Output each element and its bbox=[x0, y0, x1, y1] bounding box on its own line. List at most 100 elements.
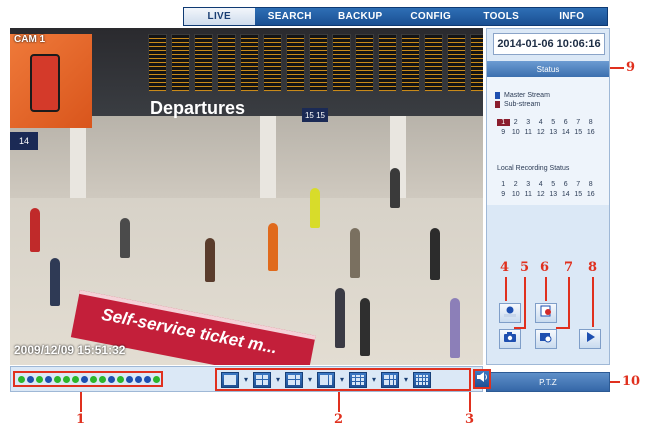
layout-1x1-dropdown[interactable]: ▾ bbox=[242, 375, 250, 384]
bottom-toolbar: ▾ ▾ ▾ ▾ ▾ ▾ bbox=[10, 366, 491, 392]
recording-channel-9[interactable]: 9 bbox=[497, 191, 510, 198]
recording-channel-12[interactable]: 12 bbox=[535, 191, 548, 198]
channel-dot[interactable] bbox=[153, 375, 160, 383]
stream-channel-8[interactable]: 8 bbox=[585, 119, 598, 126]
stream-channel-14[interactable]: 14 bbox=[560, 129, 573, 136]
manual-record-button[interactable] bbox=[535, 303, 557, 323]
callout-8: 8 bbox=[588, 260, 598, 275]
stream-channel-12[interactable]: 12 bbox=[535, 129, 548, 136]
stream-channel-2[interactable]: 2 bbox=[510, 119, 523, 126]
recording-channel-3[interactable]: 3 bbox=[522, 181, 535, 188]
layout-2x2-button[interactable] bbox=[253, 371, 271, 388]
layout-6-dropdown[interactable]: ▾ bbox=[306, 375, 314, 384]
channel-dot[interactable] bbox=[18, 375, 25, 383]
recording-channel-grid: 1 2 3 4 5 6 7 8 9 10 11 12 13 14 15 16 bbox=[497, 181, 597, 198]
recording-channel-7[interactable]: 7 bbox=[572, 181, 585, 188]
play-button[interactable] bbox=[579, 329, 601, 349]
ptz-button[interactable]: P.T.Z bbox=[486, 372, 610, 392]
recording-channel-10[interactable]: 10 bbox=[510, 191, 523, 198]
tab-search[interactable]: SEARCH bbox=[255, 8, 326, 25]
stream-channel-1[interactable]: 1 bbox=[497, 119, 510, 126]
layout-13-dropdown[interactable]: ▾ bbox=[402, 375, 410, 384]
layout-3x3-button[interactable] bbox=[349, 371, 367, 388]
zoom-button[interactable] bbox=[535, 329, 557, 349]
recording-channel-8[interactable]: 8 bbox=[585, 181, 598, 188]
stream-channel-10[interactable]: 10 bbox=[510, 129, 523, 136]
stream-channel-grid: 1 2 3 4 5 6 7 8 9 10 11 12 13 14 15 16 bbox=[497, 119, 597, 136]
recording-channel-11[interactable]: 11 bbox=[522, 191, 535, 198]
layout-6-button[interactable] bbox=[285, 371, 303, 388]
recording-channel-5[interactable]: 5 bbox=[547, 181, 560, 188]
channel-dot[interactable] bbox=[117, 375, 124, 383]
channel-dot[interactable] bbox=[63, 375, 70, 383]
person bbox=[335, 288, 345, 348]
recording-channel-15[interactable]: 15 bbox=[572, 191, 585, 198]
speaker-icon bbox=[476, 370, 488, 388]
stream-channel-15[interactable]: 15 bbox=[572, 129, 585, 136]
tab-tools[interactable]: TOOLS bbox=[466, 8, 537, 25]
layout-4x4-button[interactable] bbox=[413, 371, 431, 388]
person bbox=[310, 188, 320, 228]
channel-dot[interactable] bbox=[90, 375, 97, 383]
tab-info[interactable]: INFO bbox=[537, 8, 608, 25]
callout-5: 5 bbox=[520, 260, 530, 275]
stream-channel-7[interactable]: 7 bbox=[572, 119, 585, 126]
recording-channel-13[interactable]: 13 bbox=[547, 191, 560, 198]
stream-channel-3[interactable]: 3 bbox=[522, 119, 535, 126]
snapshot-button[interactable] bbox=[499, 329, 521, 349]
recording-channel-1[interactable]: 1 bbox=[497, 181, 510, 188]
recording-channel-2[interactable]: 2 bbox=[510, 181, 523, 188]
layout-8-button[interactable] bbox=[317, 371, 335, 388]
stream-channel-13[interactable]: 13 bbox=[547, 129, 560, 136]
channel-dot[interactable] bbox=[81, 375, 88, 383]
audio-button[interactable] bbox=[473, 369, 491, 389]
channel-dot[interactable] bbox=[72, 375, 79, 383]
person bbox=[120, 218, 130, 258]
channel-dot[interactable] bbox=[99, 375, 106, 383]
stream-channel-4[interactable]: 4 bbox=[535, 119, 548, 126]
stream-channel-6[interactable]: 6 bbox=[560, 119, 573, 126]
channel-dot[interactable] bbox=[36, 375, 43, 383]
stream-channel-16[interactable]: 16 bbox=[585, 129, 598, 136]
callout-line-5 bbox=[524, 277, 526, 327]
stream-channel-11[interactable]: 11 bbox=[522, 129, 535, 136]
live-video-feed[interactable]: CAM 1 Departures 14 15 15 Self-service t… bbox=[10, 28, 483, 365]
channel-dot[interactable] bbox=[27, 375, 34, 383]
channel-dot[interactable] bbox=[135, 375, 142, 383]
callout-3: 3 bbox=[465, 412, 475, 427]
record-icon bbox=[503, 304, 517, 322]
status-header[interactable]: Status bbox=[487, 61, 609, 77]
person bbox=[390, 168, 400, 208]
tab-config[interactable]: CONFIG bbox=[396, 8, 467, 25]
channel-dot[interactable] bbox=[45, 375, 52, 383]
stream-channel-5[interactable]: 5 bbox=[547, 119, 560, 126]
layout-2x2-dropdown[interactable]: ▾ bbox=[274, 375, 282, 384]
stream-channel-9[interactable]: 9 bbox=[497, 129, 510, 136]
person bbox=[268, 223, 278, 271]
top-navigation: LIVE SEARCH BACKUP CONFIG TOOLS INFO bbox=[183, 7, 608, 26]
departures-sign: Departures bbox=[150, 98, 246, 118]
channel-dot[interactable] bbox=[54, 375, 61, 383]
person bbox=[360, 298, 370, 356]
layout-13-button[interactable] bbox=[381, 371, 399, 388]
channel-status-indicators bbox=[13, 371, 163, 387]
recording-channel-4[interactable]: 4 bbox=[535, 181, 548, 188]
recording-channel-14[interactable]: 14 bbox=[560, 191, 573, 198]
layout-1x1-button[interactable] bbox=[221, 371, 239, 388]
layout-8-dropdown[interactable]: ▾ bbox=[338, 375, 346, 384]
layout-3x3-dropdown[interactable]: ▾ bbox=[370, 375, 378, 384]
callout-line-9 bbox=[610, 67, 624, 69]
callout-9: 9 bbox=[626, 60, 636, 75]
recording-status-label: Local Recording Status bbox=[497, 165, 570, 172]
sub-stream-swatch bbox=[495, 101, 500, 108]
channel-dot[interactable] bbox=[108, 375, 115, 383]
channel-dot[interactable] bbox=[144, 375, 151, 383]
record-button[interactable] bbox=[499, 303, 521, 323]
recording-channel-16[interactable]: 16 bbox=[585, 191, 598, 198]
tab-backup[interactable]: BACKUP bbox=[325, 8, 396, 25]
channel-dot[interactable] bbox=[126, 375, 133, 383]
person bbox=[350, 228, 360, 278]
tab-live[interactable]: LIVE bbox=[184, 8, 255, 25]
recording-channel-6[interactable]: 6 bbox=[560, 181, 573, 188]
camera-label: CAM 1 bbox=[14, 34, 46, 45]
